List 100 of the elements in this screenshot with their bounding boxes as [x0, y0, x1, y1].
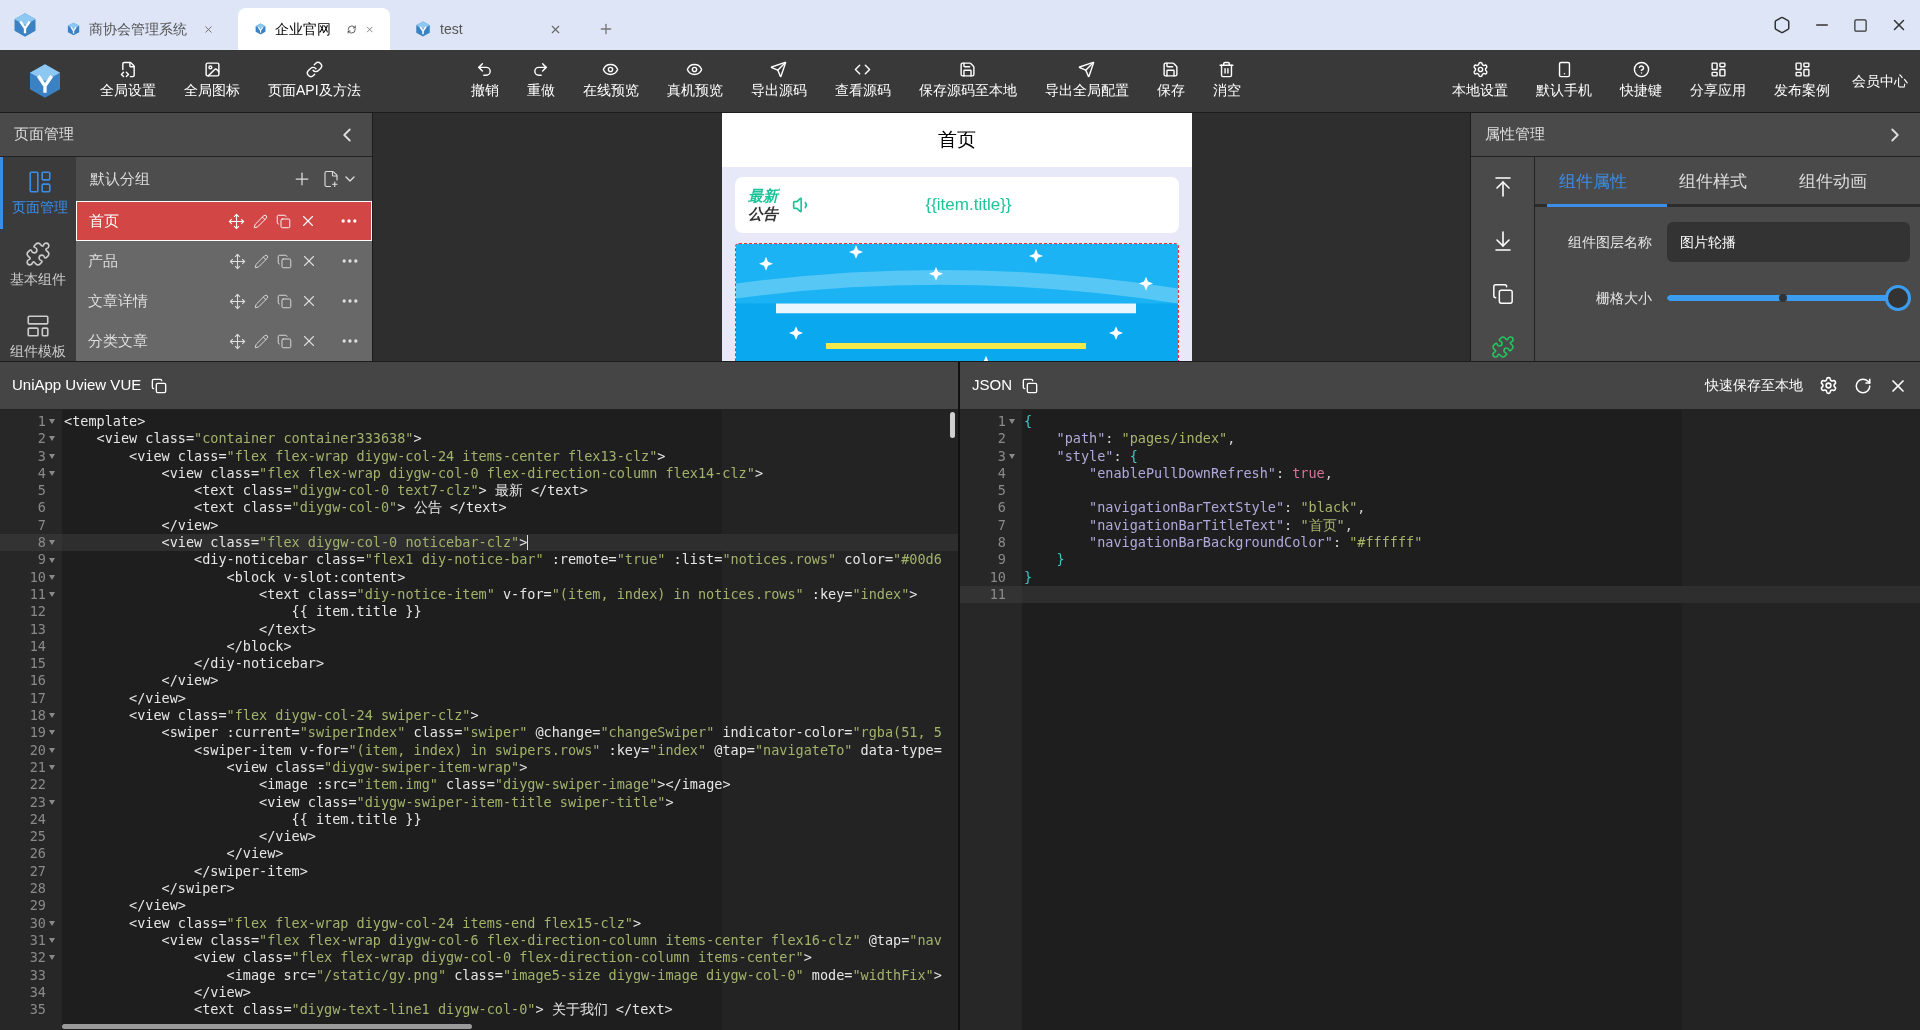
code-line: <swiper :current="swiperIndex" class="swiper" @change="changeSwiper" indicator-color="rgba(51, 5	[160, 724, 942, 742]
maximize-icon[interactable]	[1853, 17, 1868, 33]
toolbar-button[interactable]: 重做	[516, 57, 565, 105]
page-row[interactable]: 首页	[76, 201, 372, 241]
fold-icon[interactable]	[1009, 419, 1015, 425]
fold-icon[interactable]	[49, 557, 55, 563]
fold-icon[interactable]	[49, 765, 55, 771]
page-row[interactable]: 产品	[76, 241, 372, 281]
fold-icon[interactable]	[1009, 453, 1015, 459]
toolbar-button[interactable]: 导出源码	[740, 57, 817, 105]
code-line: </view>	[160, 516, 219, 535]
pane-title: JSON	[972, 375, 1012, 396]
side-nav-item[interactable]: 组件模板	[0, 301, 76, 361]
fold-icon[interactable]	[49, 713, 55, 719]
line-number: 16	[29, 672, 46, 690]
move-icon[interactable]	[228, 212, 245, 230]
vertical-scrollbar[interactable]	[950, 412, 955, 438]
layout-icon	[26, 168, 53, 195]
edit-icon[interactable]	[254, 333, 269, 349]
code-line: <block v-slot:content>	[225, 568, 406, 586]
fold-icon[interactable]	[49, 920, 55, 926]
line-number: 7	[37, 516, 46, 535]
toolbar-button[interactable]: 快捷键	[1610, 57, 1672, 105]
line-number: 35	[29, 1001, 46, 1019]
page-title: 首页	[937, 127, 976, 152]
toolbar-button[interactable]: 本地设置	[1442, 57, 1518, 105]
toolbar-button[interactable]: 页面API及方法	[258, 57, 371, 105]
toolbar-button[interactable]: 全局图标	[174, 57, 250, 105]
copy-icon[interactable]	[151, 377, 168, 394]
copy-icon[interactable]	[1491, 283, 1514, 305]
toolbar-button[interactable]: 查看源码	[824, 57, 901, 105]
fold-icon[interactable]	[49, 799, 55, 805]
toolbar-button[interactable]: 真机预览	[656, 57, 733, 105]
toolbar-button[interactable]: 导出全局配置	[1034, 57, 1139, 105]
code-line: <view class="flex flex-wrap diygw-col-24 items-end flex15-clz">	[128, 914, 642, 932]
fold-icon[interactable]	[49, 419, 55, 425]
move-icon[interactable]	[229, 332, 246, 350]
browser-tab[interactable]: 企业官网	[238, 8, 390, 50]
add-page-icon[interactable]	[322, 170, 340, 188]
fold-icon[interactable]	[49, 747, 55, 753]
edit-icon[interactable]	[254, 253, 269, 269]
fold-icon[interactable]	[49, 955, 55, 961]
move-icon[interactable]	[229, 292, 246, 310]
line-number: 22	[29, 776, 46, 794]
notice-text: {{item.title}}	[924, 194, 1013, 217]
side-nav-item[interactable]: 基本组件	[0, 229, 76, 301]
fold-icon[interactable]	[49, 436, 55, 442]
slider-thumb[interactable]	[1885, 285, 1911, 311]
property-tab[interactable]: 组件动画	[1787, 160, 1907, 207]
code-line: </text>	[258, 620, 316, 638]
puzzle-icon[interactable]	[1490, 335, 1515, 359]
toolbar-button[interactable]: 保存	[1146, 57, 1195, 105]
page-row[interactable]: 分类文章	[76, 321, 372, 361]
code-line: }	[1024, 568, 1033, 586]
line-number: 25	[29, 828, 46, 846]
code-line: </view>	[128, 897, 186, 915]
toolbar-button[interactable]: 全局设置	[90, 57, 166, 105]
property-tab[interactable]: 组件样式	[1667, 160, 1787, 207]
member-center-link[interactable]: 会员中心	[1840, 70, 1920, 92]
toolbar-button[interactable]: 在线预览	[572, 57, 649, 105]
fold-icon[interactable]	[49, 453, 55, 459]
toolbar-button[interactable]: 发布案例	[1764, 57, 1840, 105]
grid-size-slider[interactable]	[1667, 285, 1910, 311]
refresh-icon[interactable]	[1854, 376, 1872, 395]
move-icon[interactable]	[229, 252, 246, 270]
fold-icon[interactable]	[49, 540, 55, 546]
reload-icon[interactable]	[347, 22, 357, 36]
tab-title: 商协会管理系统	[89, 19, 188, 39]
fold-icon[interactable]	[49, 592, 55, 598]
toolbar-button[interactable]: 消空	[1202, 57, 1251, 105]
toolbar-button[interactable]: 保存源码至本地	[908, 57, 1027, 105]
line-number: 6	[37, 499, 46, 517]
line-number: 13	[29, 620, 46, 638]
fold-icon[interactable]	[49, 471, 55, 477]
toolbar-button[interactable]: 分享应用	[1680, 57, 1756, 105]
horizontal-scrollbar[interactable]	[62, 1024, 472, 1029]
line-number: 9	[37, 551, 46, 569]
toolbar-button[interactable]: 撤销	[460, 57, 509, 105]
tab-logo-icon	[66, 20, 82, 38]
fold-icon[interactable]	[49, 574, 55, 580]
undo-icon	[476, 61, 494, 78]
copy-icon[interactable]	[1022, 377, 1038, 394]
browser-tab[interactable]: 商协会管理系统	[50, 8, 230, 50]
fold-icon[interactable]	[49, 730, 55, 736]
code-line: <template>	[64, 413, 146, 431]
edit-icon[interactable]	[254, 293, 269, 309]
page-row[interactable]: 文章详情	[76, 281, 372, 321]
layer-name-field[interactable]: 图片轮播	[1667, 222, 1910, 262]
toolbar-button[interactable]: 默认手机	[1526, 57, 1602, 105]
step-marker	[1778, 294, 1787, 302]
line-number: 31	[29, 931, 46, 950]
code-line: </view>	[128, 689, 186, 708]
code-line: <text class="diygw-text-line1 diygw-col-0"> 关于我们 </text>	[193, 1001, 673, 1019]
line-number: 8	[997, 534, 1006, 552]
line-number: 4	[37, 464, 46, 483]
browser-tab[interactable]: test	[398, 8, 578, 50]
quick-save-button[interactable]: 快速保存至本地	[1705, 375, 1803, 396]
code-line: {	[1024, 413, 1033, 431]
new-tab-icon[interactable]	[598, 21, 614, 37]
fold-icon[interactable]	[49, 938, 55, 944]
